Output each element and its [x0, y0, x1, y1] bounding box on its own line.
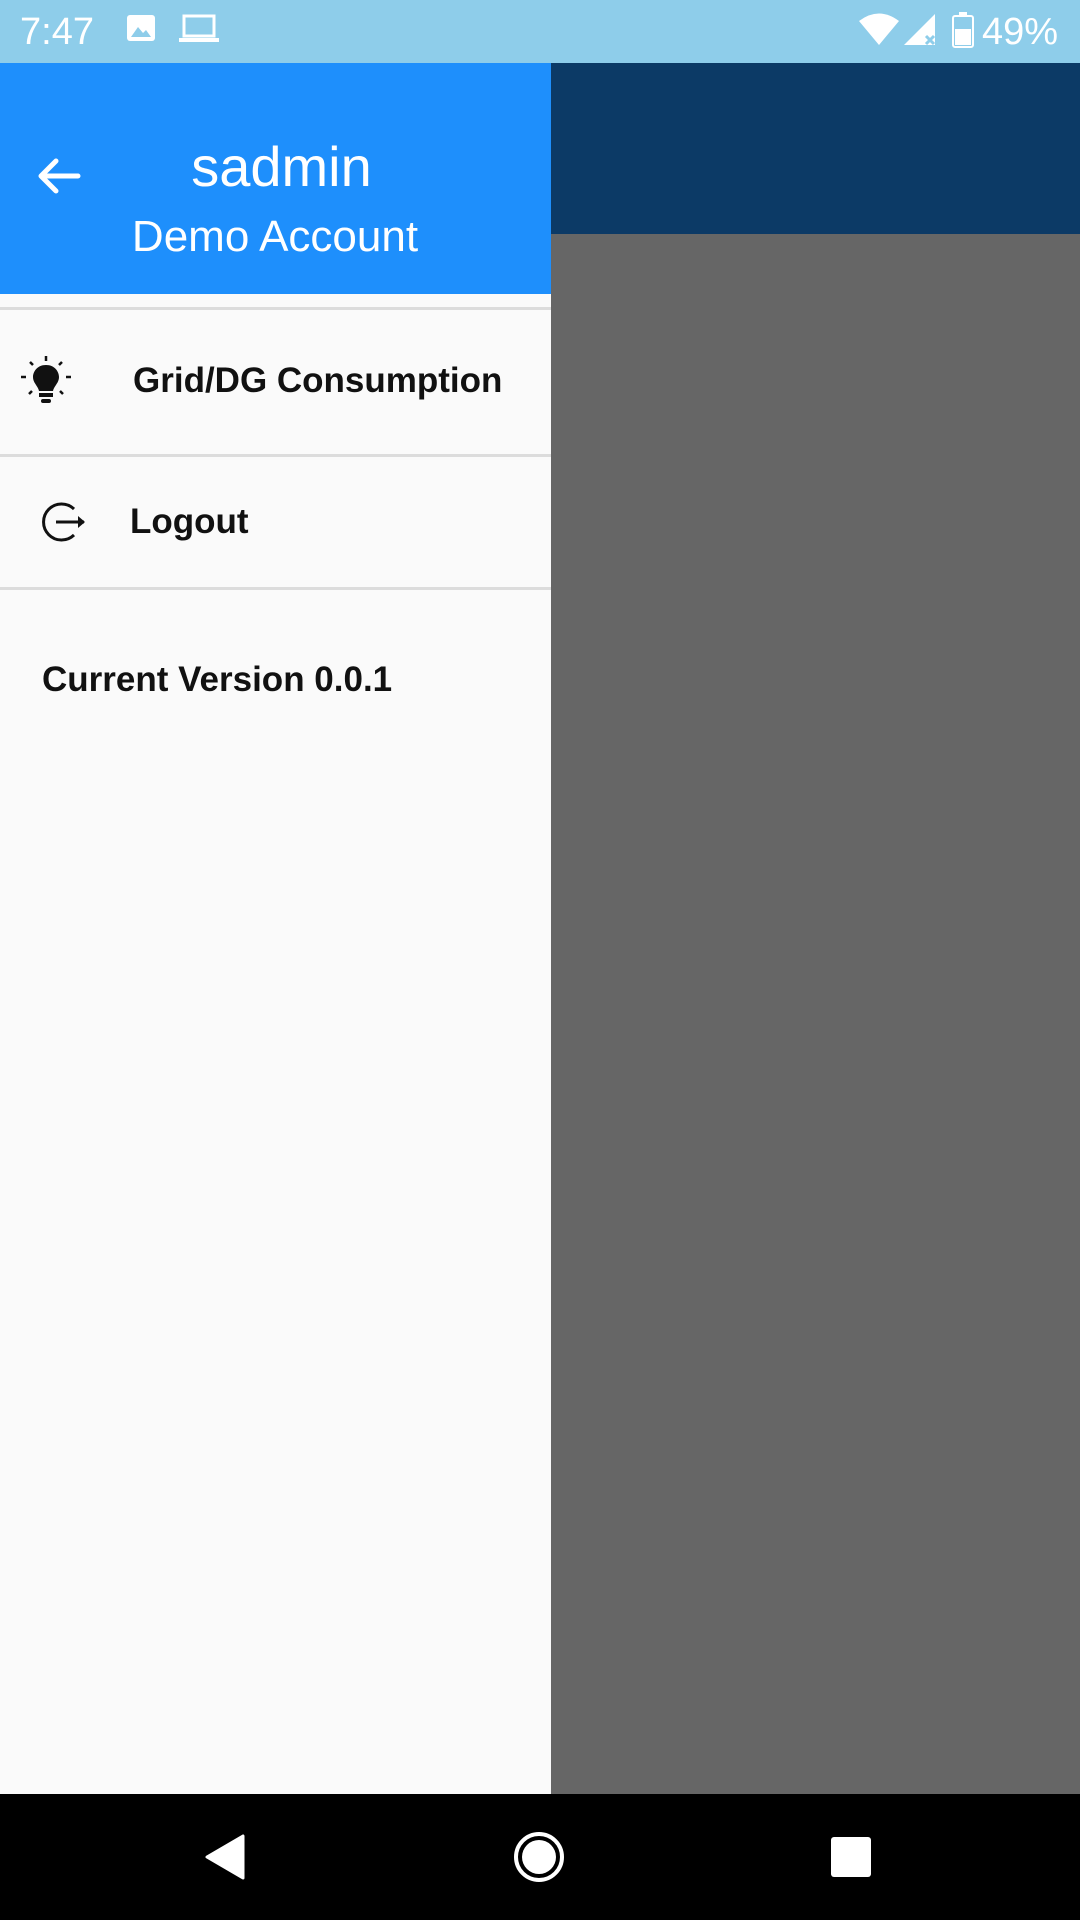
battery-icon	[952, 12, 974, 53]
version-text: Current Version 0.0.1	[42, 660, 393, 699]
menu-item-logout[interactable]: Logout	[0, 457, 551, 587]
account-name: Demo Account	[131, 212, 419, 261]
logout-icon	[36, 494, 92, 550]
circle-home-icon	[514, 1832, 564, 1882]
user-name: sadmin	[191, 135, 372, 198]
status-time: 7:47	[20, 11, 94, 53]
system-nav-bar	[0, 1794, 1080, 1920]
menu-item-label: Grid/DG Consumption	[133, 361, 503, 400]
lightbulb-icon	[18, 353, 74, 409]
square-recents-icon	[831, 1837, 871, 1877]
nav-recents-button[interactable]	[818, 1824, 884, 1890]
navigation-drawer: sadmin Demo Account Grid/DG Consumption …	[0, 63, 551, 1794]
laptop-icon	[178, 12, 220, 49]
status-bar: 7:47 49%	[0, 0, 1080, 63]
nav-home-button[interactable]	[506, 1824, 572, 1890]
wifi-icon	[858, 12, 900, 51]
menu-item-grid-dg-consumption[interactable]: Grid/DG Consumption	[0, 316, 551, 446]
nav-back-button[interactable]	[193, 1824, 259, 1890]
drawer-header: sadmin Demo Account	[0, 63, 551, 294]
signal-icon	[902, 12, 938, 51]
back-button[interactable]	[30, 148, 86, 204]
menu-item-label: Logout	[130, 502, 249, 541]
image-icon	[125, 12, 157, 49]
divider	[0, 307, 551, 310]
triangle-back-icon	[205, 1834, 245, 1880]
divider	[0, 587, 551, 590]
arrow-back-icon	[38, 158, 81, 194]
battery-percent: 49%	[981, 11, 1058, 53]
